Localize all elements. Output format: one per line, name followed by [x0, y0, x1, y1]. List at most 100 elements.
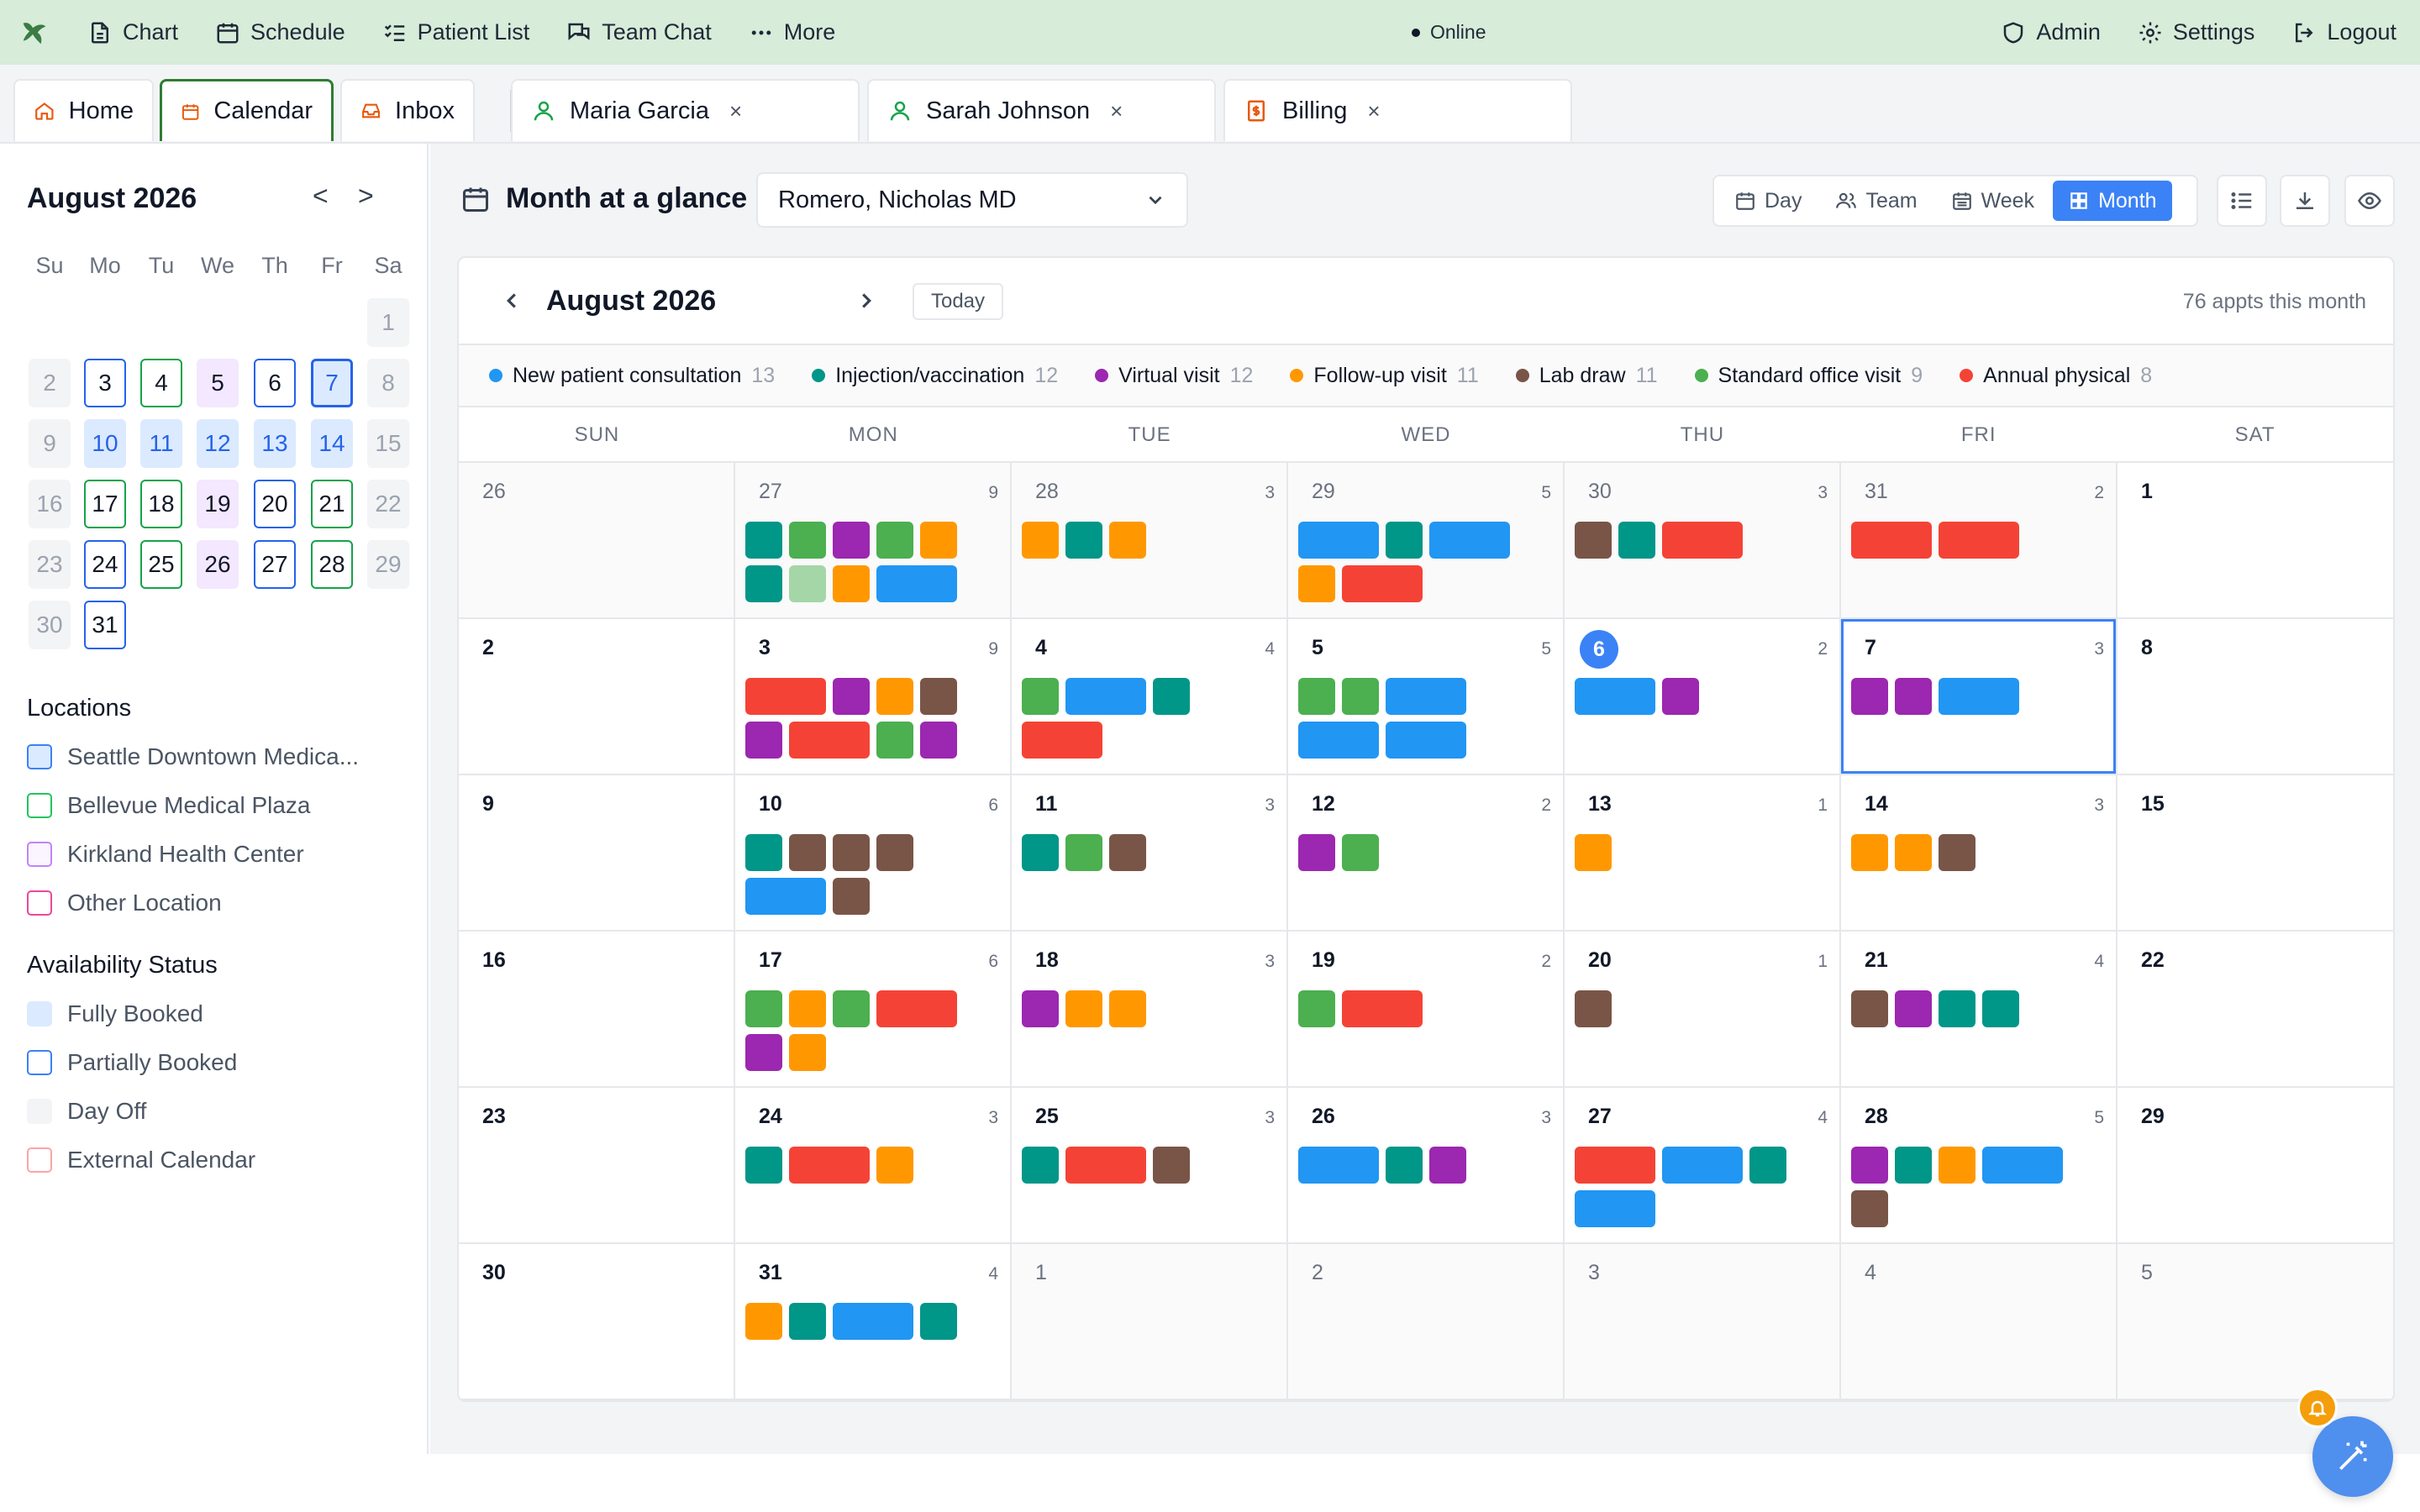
- appointment-chip[interactable]: [1939, 522, 2019, 559]
- appointment-chip[interactable]: [745, 565, 782, 602]
- close-icon[interactable]: ×: [1110, 98, 1123, 124]
- appointment-chip[interactable]: [1153, 1147, 1190, 1184]
- day-cell[interactable]: 29 5: [1288, 463, 1565, 619]
- nav-settings[interactable]: Settings: [2119, 0, 2274, 65]
- day-cell[interactable]: 10 6: [735, 775, 1012, 932]
- download-button[interactable]: [2280, 175, 2330, 227]
- day-cell[interactable]: 1: [2118, 463, 2393, 619]
- appointment-chip[interactable]: [1065, 834, 1102, 871]
- legend-item[interactable]: Standard office visit 9: [1686, 364, 1932, 388]
- appointment-chip[interactable]: [745, 678, 826, 715]
- day-cell[interactable]: 12 2: [1288, 775, 1565, 932]
- day-cell[interactable]: 22: [2118, 932, 2393, 1088]
- appointment-chip[interactable]: [833, 1303, 913, 1340]
- appointment-chip[interactable]: [1298, 1147, 1379, 1184]
- appointment-chip[interactable]: [1575, 1190, 1655, 1227]
- appointment-chip[interactable]: [1851, 522, 1932, 559]
- mini-calendar-day[interactable]: 21: [311, 480, 353, 528]
- nav-patient-list[interactable]: Patient List: [364, 0, 549, 65]
- appointment-chip[interactable]: [1939, 834, 1975, 871]
- day-cell[interactable]: 62: [1565, 619, 1841, 775]
- appointment-chip[interactable]: [1065, 1147, 1146, 1184]
- nav-logout[interactable]: Logout: [2273, 0, 2420, 65]
- mini-calendar-day[interactable]: 23: [29, 540, 71, 589]
- appointment-chip[interactable]: [1109, 522, 1146, 559]
- appointment-chip[interactable]: [1939, 1147, 1975, 1184]
- view-team-button[interactable]: Team: [1820, 181, 1932, 221]
- day-cell[interactable]: 19 2: [1288, 932, 1565, 1088]
- chevron-right-icon[interactable]: [854, 281, 879, 320]
- day-cell[interactable]: 16: [459, 932, 735, 1088]
- mini-calendar-day[interactable]: 16: [29, 480, 71, 528]
- appointment-chip[interactable]: [1895, 1147, 1932, 1184]
- mini-calendar-day[interactable]: 20: [254, 480, 296, 528]
- appointment-chip[interactable]: [876, 1147, 913, 1184]
- location-filter-item[interactable]: Other Location: [27, 890, 222, 916]
- day-cell[interactable]: 21 4: [1841, 932, 2118, 1088]
- appointment-chip[interactable]: [1065, 990, 1102, 1027]
- mini-calendar-day[interactable]: 14: [311, 419, 353, 468]
- day-cell[interactable]: 15: [2118, 775, 2393, 932]
- day-cell[interactable]: 17 6: [735, 932, 1012, 1088]
- appointment-chip[interactable]: [745, 834, 782, 871]
- day-cell[interactable]: 39: [735, 619, 1012, 775]
- day-cell[interactable]: 29: [2118, 1088, 2393, 1244]
- view-week-button[interactable]: Week: [1936, 181, 2049, 221]
- availability-filter-item[interactable]: Fully Booked: [27, 1000, 203, 1027]
- appointment-chip[interactable]: [920, 1303, 957, 1340]
- appointment-chip[interactable]: [876, 990, 957, 1027]
- appointment-chip[interactable]: [833, 522, 870, 559]
- tab-sarah-johnson[interactable]: Sarah Johnson ×: [867, 79, 1216, 141]
- appointment-chip[interactable]: [920, 678, 957, 715]
- nav-admin[interactable]: Admin: [1982, 0, 2119, 65]
- tab-billing[interactable]: Billing ×: [1223, 79, 1572, 141]
- appointment-chip[interactable]: [876, 722, 913, 759]
- checkbox-swatch[interactable]: [27, 1050, 52, 1075]
- nav-more[interactable]: More: [730, 0, 855, 65]
- location-filter-item[interactable]: Bellevue Medical Plaza: [27, 792, 311, 819]
- mini-calendar-day[interactable]: 17: [84, 480, 126, 528]
- tab-maria-garcia[interactable]: Maria Garcia ×: [511, 79, 860, 141]
- appointment-chip[interactable]: [1153, 678, 1190, 715]
- checkbox-swatch[interactable]: [27, 744, 52, 769]
- appointment-chip[interactable]: [1575, 1147, 1655, 1184]
- appointment-chip[interactable]: [1575, 678, 1655, 715]
- appointment-chip[interactable]: [1662, 1147, 1743, 1184]
- appointment-chip[interactable]: [789, 1303, 826, 1340]
- mini-calendar-day[interactable]: 11: [140, 419, 182, 468]
- day-cell[interactable]: 4: [1841, 1244, 2118, 1400]
- appointment-chip[interactable]: [1298, 834, 1335, 871]
- day-cell[interactable]: 13 1: [1565, 775, 1841, 932]
- appointment-chip[interactable]: [789, 990, 826, 1027]
- appointment-chip[interactable]: [1575, 522, 1612, 559]
- appointment-chip[interactable]: [1298, 678, 1335, 715]
- appointment-chip[interactable]: [1022, 834, 1059, 871]
- appointment-chip[interactable]: [1895, 834, 1932, 871]
- mini-calendar-day[interactable]: 8: [367, 359, 409, 407]
- mini-calendar-day[interactable]: 25: [140, 540, 182, 589]
- day-cell[interactable]: 8: [2118, 619, 2393, 775]
- day-cell[interactable]: 11 3: [1012, 775, 1288, 932]
- mini-calendar-day[interactable]: 10: [84, 419, 126, 468]
- day-cell[interactable]: 3: [1565, 1244, 1841, 1400]
- day-cell[interactable]: 28 5: [1841, 1088, 2118, 1244]
- appointment-chip[interactable]: [1939, 990, 1975, 1027]
- appointment-chip[interactable]: [920, 522, 957, 559]
- appointment-chip[interactable]: [876, 565, 957, 602]
- mini-calendar-day[interactable]: 18: [140, 480, 182, 528]
- close-icon[interactable]: ×: [729, 98, 742, 124]
- preview-button[interactable]: [2344, 175, 2395, 227]
- appointment-chip[interactable]: [1342, 834, 1379, 871]
- mini-calendar-day[interactable]: 24: [84, 540, 126, 589]
- appointment-chip[interactable]: [789, 565, 826, 602]
- mini-calendar-day[interactable]: 3: [84, 359, 126, 407]
- mini-calendar-day[interactable]: 6: [254, 359, 296, 407]
- day-cell[interactable]: 26: [459, 463, 735, 619]
- appointment-chip[interactable]: [1386, 678, 1466, 715]
- appointment-chip[interactable]: [1982, 990, 2019, 1027]
- appointment-chip[interactable]: [1851, 1190, 1888, 1227]
- appointment-chip[interactable]: [1022, 722, 1102, 759]
- appointment-chip[interactable]: [1298, 990, 1335, 1027]
- appointment-chip[interactable]: [745, 1147, 782, 1184]
- appointment-chip[interactable]: [833, 878, 870, 915]
